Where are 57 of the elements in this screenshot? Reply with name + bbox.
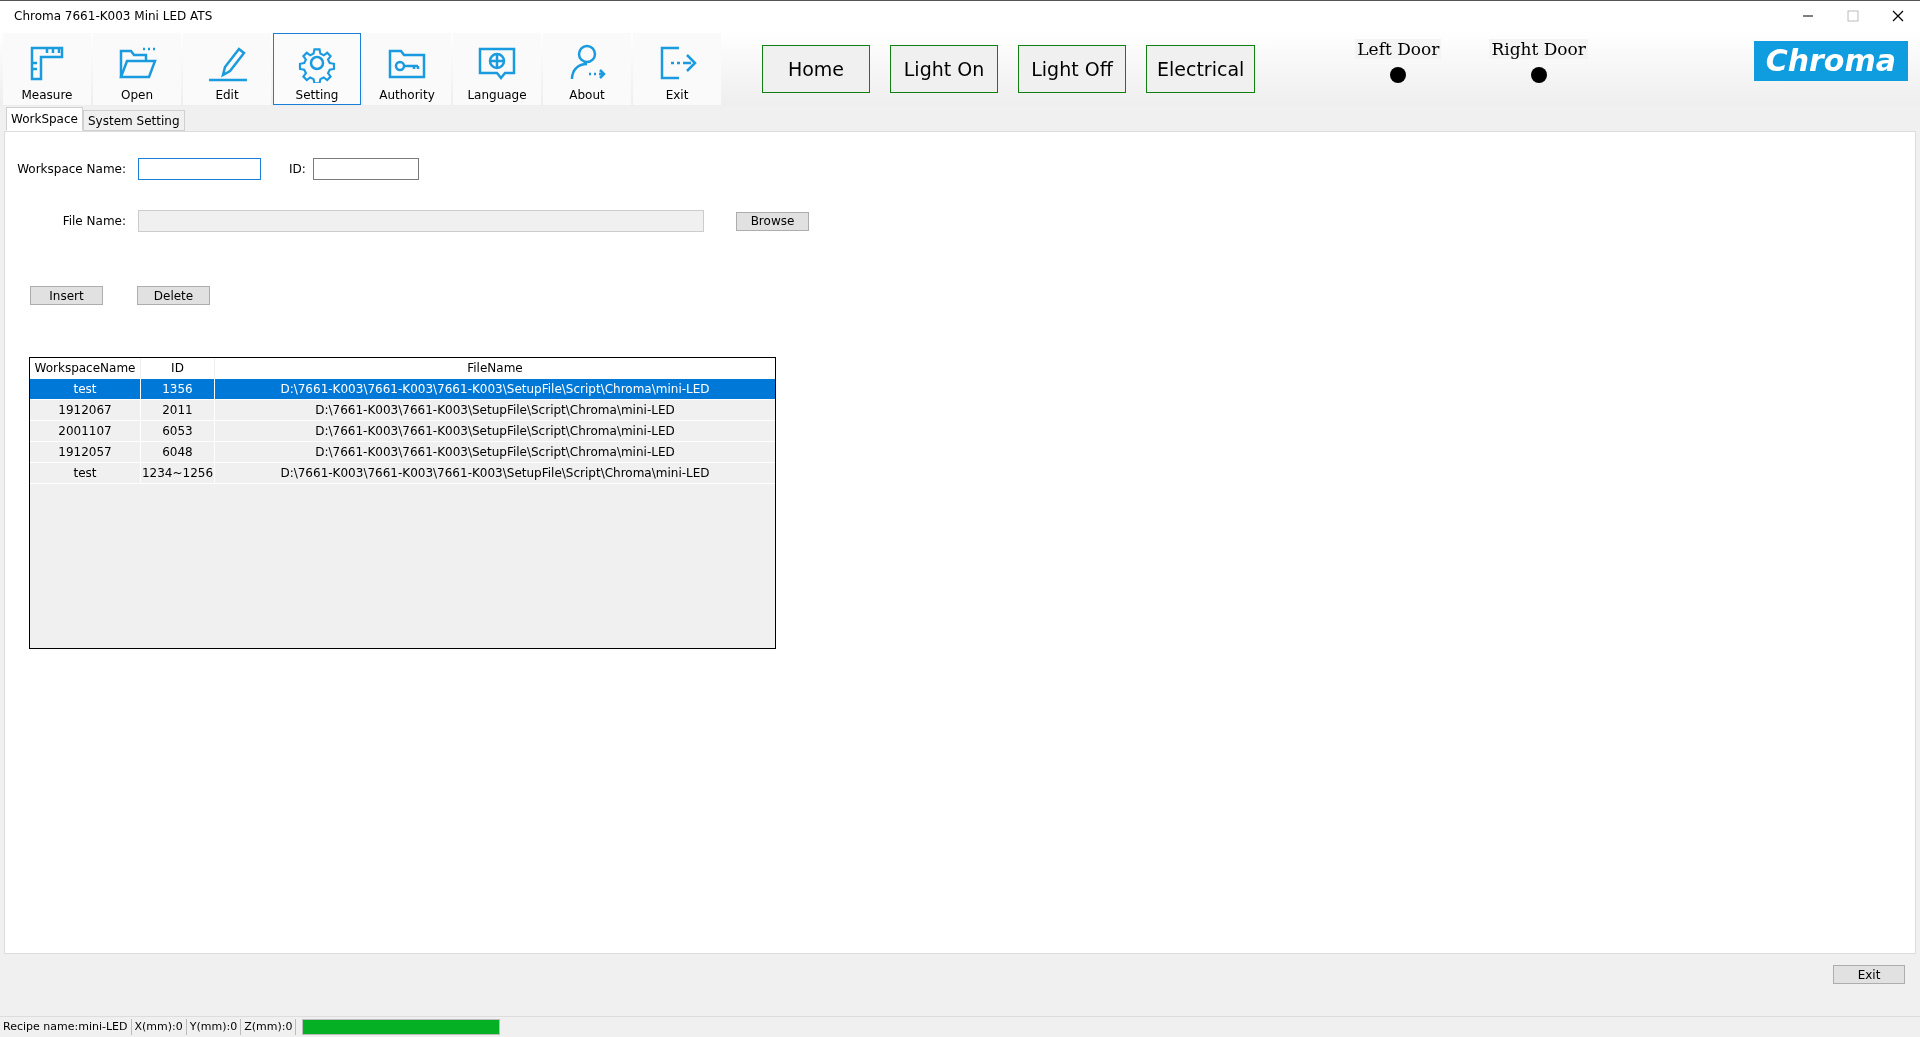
logo: Chroma bbox=[1753, 41, 1908, 81]
door-indicator-icon bbox=[1390, 67, 1407, 83]
table-cell: 1912067 bbox=[30, 400, 141, 420]
field-label: Workspace Name: bbox=[16, 162, 127, 176]
toolbar-button[interactable]: Edit bbox=[183, 33, 271, 105]
action-button[interactable]: Light Off bbox=[1018, 44, 1126, 93]
status-text: X(mm):0 bbox=[131, 1019, 187, 1035]
toolbar-button[interactable]: Measure bbox=[3, 33, 91, 105]
table-cell: 6048 bbox=[141, 442, 215, 462]
id-field[interactable] bbox=[312, 158, 419, 180]
table-row[interactable]: test 1356 D:\7661-K003\7661-K003\7661-K003\SetupFile\Script\Chroma\mini-LED bbox=[30, 379, 775, 400]
door-label: Right Door bbox=[1489, 39, 1588, 59]
table-cell: 6053 bbox=[141, 421, 215, 441]
toolbar-button[interactable]: About bbox=[543, 33, 631, 105]
door-indicator-icon bbox=[1530, 67, 1547, 83]
status-text: Recipe name:mini-LED bbox=[0, 1019, 132, 1035]
table-cell: 2011 bbox=[141, 400, 215, 420]
action-button[interactable]: Light On bbox=[890, 44, 998, 93]
table-row[interactable]: test 1234~1256 D:\7661-K003\7661-K003\7661-K003\SetupFile\Script\Chroma\mini-LED bbox=[30, 463, 775, 484]
status-text: Y(mm):0 bbox=[186, 1019, 242, 1035]
toolbar-button[interactable]: Exit bbox=[633, 33, 721, 105]
table-row[interactable]: 1912057 6048 D:\7661-K003\7661-K003\SetupFile\Script\Chroma\mini-LED bbox=[30, 442, 775, 463]
table-cell-text: D:\7661-K003\7661-K003\7661-K003\SetupFile\Script\Chroma\mini-LED bbox=[279, 381, 711, 398]
column-header[interactable]: WorkspaceName bbox=[30, 358, 141, 378]
toolbar-button[interactable]: Authority bbox=[363, 33, 451, 105]
toolbar-button[interactable]: Open bbox=[93, 33, 181, 105]
toolbar-button[interactable]: Setting bbox=[273, 33, 361, 105]
action-button[interactable]: Home bbox=[762, 44, 870, 93]
browse-button[interactable]: Browse bbox=[736, 211, 809, 231]
table-cell: 1356 bbox=[141, 379, 215, 399]
tab[interactable]: WorkSpace bbox=[6, 107, 83, 131]
table-cell: test bbox=[30, 463, 141, 483]
toolbar-button[interactable]: Language bbox=[453, 33, 541, 105]
column-header[interactable]: ID bbox=[141, 358, 215, 378]
column-header[interactable]: FileName bbox=[215, 358, 775, 378]
table-cell: 1234~1256 bbox=[141, 463, 215, 483]
insert-button[interactable]: Insert bbox=[30, 286, 103, 305]
status-text: Z(mm):0 bbox=[241, 1019, 297, 1035]
close-icon[interactable] bbox=[1892, 10, 1904, 22]
exit-button[interactable]: Exit bbox=[1833, 965, 1905, 984]
window-title: Chroma 7661-K003 Mini LED ATS bbox=[14, 9, 213, 23]
table-cell-text: D:\7661-K003\7661-K003\7661-K003\SetupFile\Script\Chroma\mini-LED bbox=[279, 465, 711, 482]
table-cell: 2001107 bbox=[30, 421, 141, 441]
tab[interactable]: System Setting bbox=[82, 110, 185, 131]
table-cell: test bbox=[30, 379, 141, 399]
table-cell: 1912057 bbox=[30, 442, 141, 462]
workspace-name-field[interactable] bbox=[138, 158, 261, 180]
action-button[interactable]: Electrical bbox=[1146, 44, 1256, 93]
field-label: ID: bbox=[289, 162, 306, 176]
table-row[interactable]: 2001107 6053 D:\7661-K003\7661-K003\SetupFile\Script\Chroma\mini-LED bbox=[30, 421, 775, 442]
field-label: File Name: bbox=[61, 214, 127, 228]
delete-button[interactable]: Delete bbox=[137, 286, 210, 305]
table-cell-text: D:\7661-K003\7661-K003\SetupFile\Script\Chroma\mini-LED bbox=[314, 444, 676, 461]
table-cell-text: D:\7661-K003\7661-K003\SetupFile\Script\Chroma\mini-LED bbox=[314, 402, 676, 419]
table-cell-text: D:\7661-K003\7661-K003\SetupFile\Script\Chroma\mini-LED bbox=[314, 423, 676, 440]
door-label: Left Door bbox=[1355, 39, 1442, 59]
table-row[interactable]: 1912067 2011 D:\7661-K003\7661-K003\SetupFile\Script\Chroma\mini-LED bbox=[30, 400, 775, 421]
